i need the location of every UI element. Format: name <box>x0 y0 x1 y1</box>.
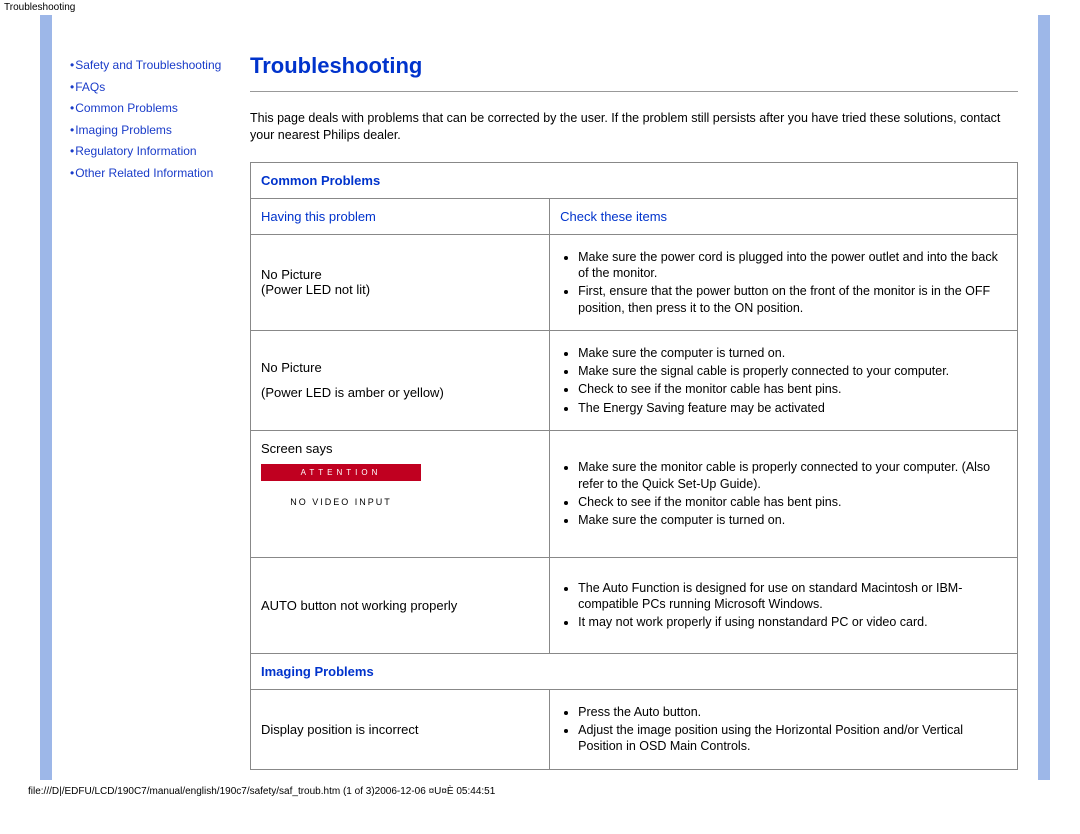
column-header-problem: Having this problem <box>251 198 550 234</box>
check-item: Press the Auto button. <box>578 704 1007 720</box>
check-cell: Make sure the computer is turned on. Mak… <box>550 330 1018 430</box>
problem-text: (Power LED is amber or yellow) <box>261 385 444 400</box>
check-item: Adjust the image position using the Hori… <box>578 722 1007 755</box>
table-row: Screen says ATTENTION NO VIDEO INPUT Mak… <box>251 430 1018 557</box>
check-item: Check to see if the monitor cable has be… <box>578 381 1007 397</box>
nav-imaging-problems[interactable]: Imaging Problems <box>75 123 172 137</box>
page-title: Troubleshooting <box>250 53 1018 79</box>
check-item: Make sure the computer is turned on. <box>578 345 1007 361</box>
check-item: Make sure the computer is turned on. <box>578 512 1007 528</box>
osd-header: ATTENTION <box>261 464 421 481</box>
table-row: Display position is incorrect Press the … <box>251 689 1018 769</box>
nav-faqs[interactable]: FAQs <box>75 80 105 94</box>
problem-text: AUTO button not working properly <box>261 598 457 613</box>
problem-text: Screen says <box>261 441 333 456</box>
window-title: Troubleshooting <box>0 0 1080 15</box>
right-accent-bar <box>1038 15 1050 780</box>
section-common-problems: Common Problems <box>251 162 1018 198</box>
check-item: It may not work properly if using nonsta… <box>578 614 1007 630</box>
left-accent-bar <box>40 15 52 780</box>
nav-safety-troubleshooting[interactable]: Safety and Troubleshooting <box>75 58 221 72</box>
troubleshooting-table: Common Problems Having this problem Chec… <box>250 162 1018 770</box>
title-separator <box>250 91 1018 92</box>
check-item: Make sure the power cord is plugged into… <box>578 249 1007 282</box>
check-item: The Auto Function is designed for use on… <box>578 580 1007 613</box>
problem-text: (Power LED not lit) <box>261 282 370 297</box>
table-row: No Picture (Power LED is amber or yellow… <box>251 330 1018 430</box>
check-cell: Press the Auto button. Adjust the image … <box>550 689 1018 769</box>
check-cell: Make sure the power cord is plugged into… <box>550 234 1018 330</box>
problem-cell: No Picture (Power LED is amber or yellow… <box>251 330 550 430</box>
osd-warning-box: ATTENTION NO VIDEO INPUT <box>261 464 421 527</box>
check-item: Check to see if the monitor cable has be… <box>578 494 1007 510</box>
check-item: Make sure the monitor cable is properly … <box>578 459 1007 492</box>
footer-path: file:///D|/EDFU/LCD/190C7/manual/english… <box>0 780 1080 801</box>
sidebar-nav: Safety and Troubleshooting FAQs Common P… <box>70 15 240 780</box>
nav-regulatory-information[interactable]: Regulatory Information <box>75 144 196 158</box>
check-item: The Energy Saving feature may be activat… <box>578 400 1007 416</box>
section-imaging-problems: Imaging Problems <box>251 653 1018 689</box>
problem-cell: Display position is incorrect <box>251 689 550 769</box>
nav-other-related-information[interactable]: Other Related Information <box>75 166 213 180</box>
check-cell: The Auto Function is designed for use on… <box>550 557 1018 653</box>
check-cell: Make sure the monitor cable is properly … <box>550 430 1018 557</box>
table-row: AUTO button not working properly The Aut… <box>251 557 1018 653</box>
problem-text: Display position is incorrect <box>261 722 419 737</box>
problem-cell: AUTO button not working properly <box>251 557 550 653</box>
check-item: First, ensure that the power button on t… <box>578 283 1007 316</box>
intro-text: This page deals with problems that can b… <box>250 110 1018 144</box>
problem-cell: Screen says ATTENTION NO VIDEO INPUT <box>251 430 550 557</box>
page-wrap: Safety and Troubleshooting FAQs Common P… <box>0 15 1080 780</box>
check-item: Make sure the signal cable is properly c… <box>578 363 1007 379</box>
osd-body: NO VIDEO INPUT <box>261 481 421 527</box>
problem-text: No Picture <box>261 360 539 375</box>
column-header-check: Check these items <box>550 198 1018 234</box>
problem-cell: No Picture (Power LED not lit) <box>251 234 550 330</box>
problem-text: No Picture <box>261 267 322 282</box>
main-content: Troubleshooting This page deals with pro… <box>240 15 1028 780</box>
nav-common-problems[interactable]: Common Problems <box>75 101 178 115</box>
table-row: No Picture (Power LED not lit) Make sure… <box>251 234 1018 330</box>
